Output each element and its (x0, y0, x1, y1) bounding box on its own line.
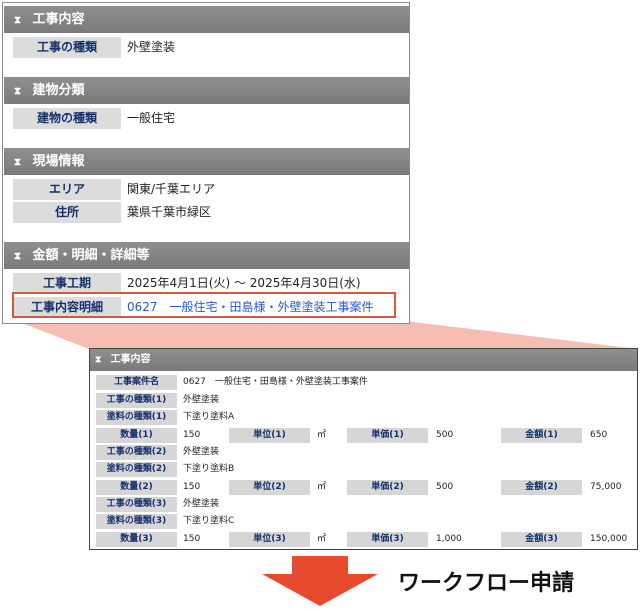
unit-value: ㎡ (317, 482, 327, 492)
field-label: 塗料の種類(3) (96, 514, 177, 529)
breakdown-header[interactable]: ⧗ 工事内容 (90, 349, 637, 371)
amount-value: 75,000 (590, 482, 622, 492)
field-label: 工事の種類(3) (96, 497, 177, 512)
workflow-application-label: ワークフロー申請 (398, 571, 575, 596)
field-value: 0627 一般住宅・田島様・外壁塗装工事案件 (183, 377, 368, 387)
section-title: 金額・明細・詳細等 (32, 248, 150, 263)
field-value: 外壁塗装 (183, 395, 220, 405)
field-label: 単価(1) (347, 428, 428, 443)
field-label: エリア (13, 179, 121, 200)
hourglass-icon: ⧗ (14, 157, 22, 168)
field-label: 単価(3) (347, 532, 428, 547)
field-label: 単位(3) (229, 532, 310, 547)
field-label: 単位(2) (229, 480, 310, 495)
hourglass-icon: ⧗ (14, 15, 22, 26)
paint-type-row: 塗料の種類(1) 下塗り塗料A (96, 410, 634, 425)
section-title: 建物分類 (32, 83, 85, 98)
hourglass-icon: ⧗ (95, 355, 102, 365)
quantity-price-row: 数量(2) 150 単位(2) ㎡ 単価(2) 500 金額(2) 75,000 (96, 480, 634, 495)
field-label: 工事の種類(1) (96, 393, 177, 408)
hourglass-icon: ⧗ (14, 251, 22, 262)
field-label: 単価(2) (347, 480, 428, 495)
field-label: 数量(1) (96, 428, 177, 443)
unit-price-value: 1,000 (436, 534, 462, 544)
field-label: 工事の種類(2) (96, 445, 177, 460)
quantity-value: 150 (183, 534, 201, 544)
field-value: 2025年4月1日(火) 〜 2025年4月30日(水) (127, 276, 361, 290)
field-label: 塗料の種類(2) (96, 462, 177, 477)
field-value: 外壁塗装 (183, 499, 220, 509)
field-value: 下塗り塗料A (183, 412, 235, 422)
field-value: 一般住宅 (127, 111, 176, 125)
field-label: 数量(3) (96, 532, 177, 547)
section-header-amount-details[interactable]: ⧗ 金額・明細・詳細等 (4, 242, 409, 269)
field-label: 金額(2) (501, 480, 582, 495)
work-detail-breakdown-panel: ⧗ 工事内容 工事案件名 0627 一般住宅・田島様・外壁塗装工事案件 工事の種… (89, 348, 638, 550)
quantity-price-row: 数量(1) 150 単位(1) ㎡ 単価(1) 500 金額(1) 650 (96, 428, 634, 443)
section-header-work-content[interactable]: ⧗ 工事内容 (4, 6, 409, 33)
hourglass-icon: ⧗ (14, 86, 22, 97)
amount-value: 650 (590, 430, 608, 440)
unit-value: ㎡ (317, 430, 327, 440)
field-label: 金額(1) (501, 428, 582, 443)
unit-price-value: 500 (436, 482, 454, 492)
field-label: 金額(3) (501, 532, 582, 547)
work-detail-panel: ⧗ 工事内容 工事の種類 外壁塗装 ⧗ 建物分類 建物の種類 一般住宅 ⧗ 現場… (2, 2, 410, 324)
highlight-frame (12, 292, 396, 318)
work-type-row: 工事の種類(3) 外壁塗装 (96, 497, 634, 512)
section-header-site-info[interactable]: ⧗ 現場情報 (4, 148, 409, 175)
section-title: 工事内容 (32, 12, 85, 27)
unit-price-value: 500 (436, 430, 454, 440)
quantity-price-row: 数量(3) 150 単位(3) ㎡ 単価(3) 1,000 金額(3) 150,… (96, 532, 634, 547)
field-label: 塗料の種類(1) (96, 410, 177, 425)
field-label: 工事の種類 (13, 37, 121, 58)
work-type-row: 工事の種類(2) 外壁塗装 (96, 445, 634, 460)
field-label: 工事案件名 (96, 375, 177, 390)
breakdown-title: 工事内容 (110, 354, 151, 365)
unit-value: ㎡ (317, 534, 327, 544)
case-name-row: 工事案件名 0627 一般住宅・田島様・外壁塗装工事案件 (96, 375, 634, 390)
amount-value: 150,000 (590, 534, 628, 544)
field-value: 下塗り塗料B (183, 464, 235, 474)
paint-type-row: 塗料の種類(3) 下塗り塗料C (96, 514, 634, 529)
field-label: 住所 (13, 202, 121, 223)
quantity-value: 150 (183, 482, 201, 492)
field-value: 関東/千葉エリア (127, 182, 216, 196)
field-value: 外壁塗装 (127, 40, 176, 54)
field-value: 下塗り塗料C (183, 516, 235, 526)
quantity-value: 150 (183, 430, 201, 440)
field-label: 工事工期 (13, 273, 121, 294)
section-title: 現場情報 (32, 154, 85, 169)
field-label: 数量(2) (96, 480, 177, 495)
paint-type-row: 塗料の種類(2) 下塗り塗料B (96, 462, 634, 477)
field-value: 葉県千葉市緑区 (127, 205, 212, 219)
field-value: 外壁塗装 (183, 447, 220, 457)
work-type-row: 工事の種類(1) 外壁塗装 (96, 393, 634, 408)
field-label: 建物の種類 (13, 108, 121, 129)
field-label: 単位(1) (229, 428, 310, 443)
arrow-down-icon (262, 556, 378, 606)
section-header-building[interactable]: ⧗ 建物分類 (4, 77, 409, 104)
